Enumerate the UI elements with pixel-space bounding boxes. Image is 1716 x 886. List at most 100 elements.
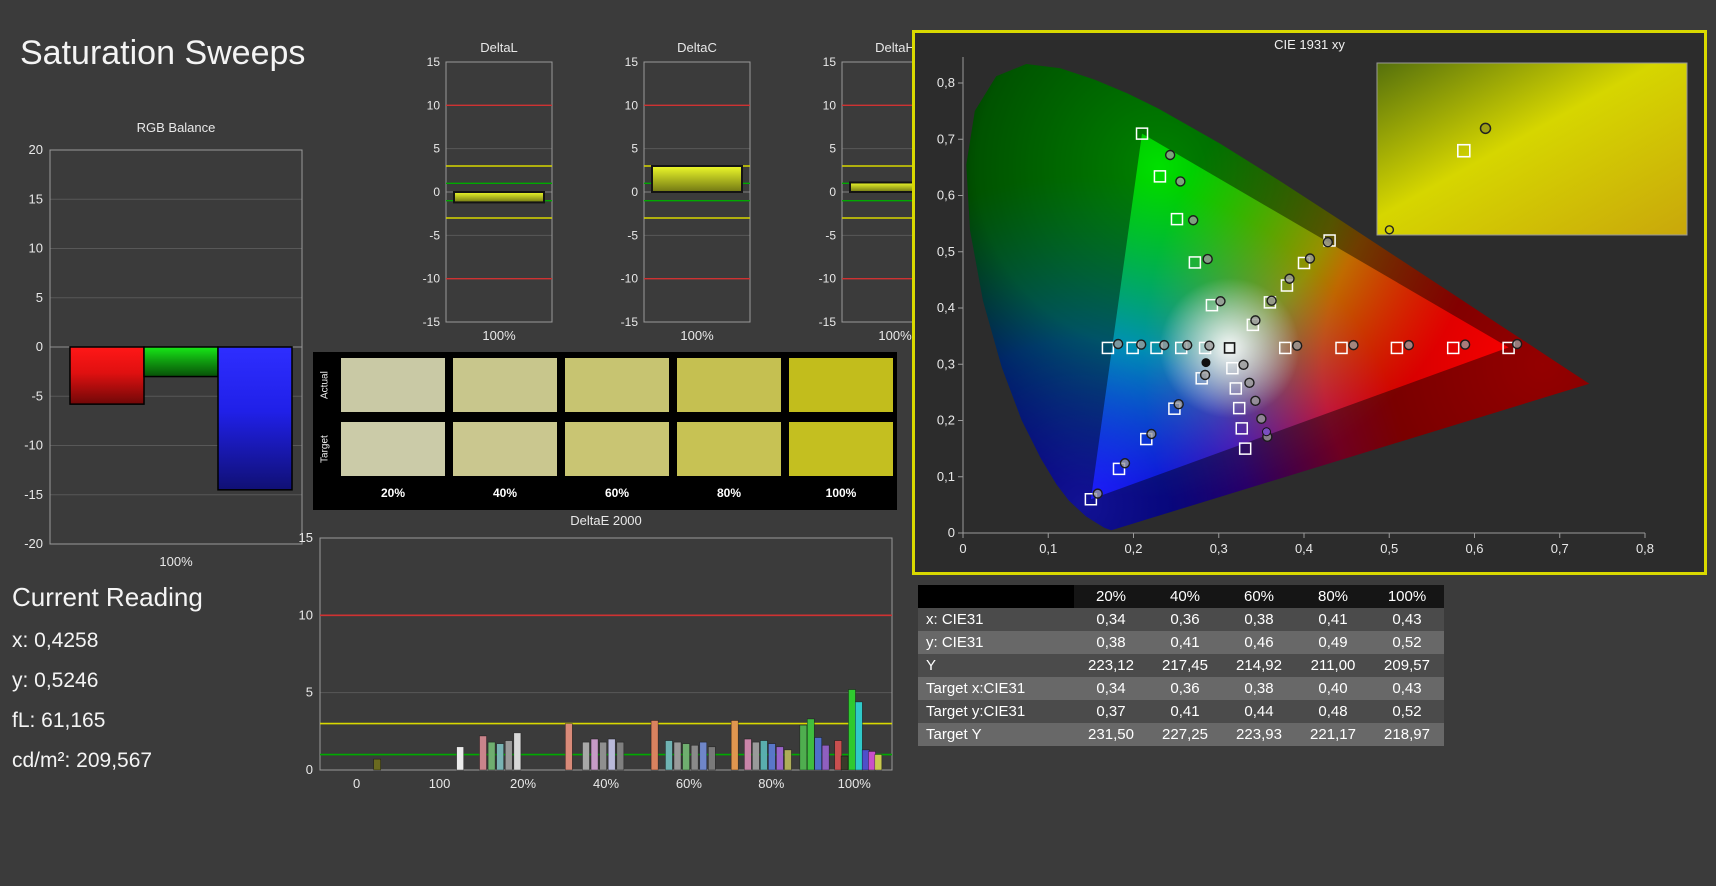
table-cell: 223,93 — [1236, 726, 1282, 743]
svg-text:0,7: 0,7 — [937, 131, 955, 146]
swatch-col-label: 40% — [492, 486, 518, 500]
deltae-bar — [590, 738, 599, 771]
measured-marker-magenta — [1250, 395, 1261, 407]
svg-text:5: 5 — [433, 142, 440, 156]
green-bar — [143, 346, 219, 378]
table-cell: 231,50 — [1088, 726, 1134, 743]
table-cell: 211,00 — [1310, 657, 1356, 674]
swatch-col-labels: 20% 40% 60% 80% 100% — [341, 486, 897, 500]
measured-marker-green — [1175, 176, 1186, 187]
svg-text:0,3: 0,3 — [937, 356, 955, 371]
table-cell: 0,38 — [1244, 680, 1274, 697]
svg-text:0,6: 0,6 — [1465, 541, 1483, 556]
svg-text:0,5: 0,5 — [937, 244, 955, 259]
table-header-row: 20% 40% 60% 80% 100% — [918, 585, 1444, 608]
svg-text:0: 0 — [631, 185, 638, 199]
measured-marker-green — [1164, 149, 1176, 161]
measured-marker-magenta — [1238, 359, 1249, 371]
current-reading-heading: Current Reading — [12, 582, 203, 612]
table-cell: 209,57 — [1384, 657, 1430, 674]
measured-marker-green — [1187, 215, 1199, 226]
svg-text:-5: -5 — [31, 388, 43, 403]
svg-text:10: 10 — [29, 241, 43, 256]
delta-c-chart: DeltaC 15 10 5 0 -5 -10 -15 100% — [606, 38, 756, 348]
svg-text:-15: -15 — [24, 487, 43, 502]
svg-text:0,4: 0,4 — [937, 300, 955, 315]
measured-marker-yellow — [1284, 273, 1295, 284]
deltae-bar — [840, 755, 849, 771]
svg-text:0,8: 0,8 — [1636, 541, 1654, 556]
svg-text:-10: -10 — [621, 272, 639, 286]
table-cell: 214,92 — [1236, 657, 1282, 674]
deltae-bar — [373, 758, 381, 771]
table-cell: 0,52 — [1392, 634, 1422, 651]
deltae-bar — [752, 741, 760, 771]
deltae-bar — [607, 738, 616, 771]
svg-text:0,6: 0,6 — [937, 188, 955, 203]
svg-text:5: 5 — [829, 142, 836, 156]
swatch-actual-80% — [677, 358, 781, 412]
delta-l-chart: DeltaL 15 10 5 0 -5 -10 -15 100% — [408, 38, 558, 348]
rgb-balance-svg: RGB Balance 20 15 10 5 0 -5 -10 -15 -20 100% — [24, 120, 303, 569]
swatch-row-target: Target — [317, 422, 897, 476]
table-col-header: 80% — [1296, 585, 1370, 608]
measured-marker-green — [1202, 253, 1213, 265]
swatch-target-20% — [341, 422, 445, 476]
svg-text:5: 5 — [631, 142, 638, 156]
svg-text:100%: 100% — [482, 328, 516, 343]
measured-marker-cyan — [1158, 339, 1170, 351]
svg-text:0: 0 — [36, 339, 43, 354]
table-cell: 0,34 — [1096, 611, 1126, 628]
table-cell: 0,40 — [1318, 680, 1348, 697]
current-reading-y: y: 0,5246 — [12, 669, 99, 692]
delta-bar — [453, 191, 545, 204]
table-cell: 0,52 — [1392, 703, 1422, 720]
table-cell: 0,34 — [1096, 680, 1126, 697]
cie-values-table: 20% 40% 60% 80% 100% x: CIE31 0,34 0,36 0,38 0,41… — [918, 585, 1444, 746]
swatch-target-60% — [565, 422, 669, 476]
svg-text:100%: 100% — [838, 776, 872, 791]
measured-marker-cyan — [1182, 339, 1193, 351]
table-cell: 0,41 — [1170, 703, 1200, 720]
swatch-row-label: Actual — [319, 371, 331, 399]
swatch-actual-40% — [453, 358, 557, 412]
extra-point-marker — [1201, 358, 1211, 368]
deltae-bar — [479, 735, 487, 771]
measured-marker-red — [1511, 338, 1523, 350]
deltae-bar — [814, 737, 823, 771]
deltae-bar — [868, 751, 876, 771]
swatch-row-label: Target — [319, 435, 331, 463]
current-reading-cdm2: cd/m²: 209,567 — [12, 749, 153, 772]
measured-marker-blue — [1119, 458, 1131, 469]
table-col-header: 40% — [1148, 585, 1222, 608]
delta-e-chart: DeltaE 2000 0 5 10 15 0 100 20% 40% 60% 80% 100% — [290, 512, 910, 802]
table-cell: 227,25 — [1162, 726, 1208, 743]
table-row-label: y: CIE31 — [926, 634, 984, 651]
svg-text:20: 20 — [29, 142, 43, 157]
cie-zoom-inset — [1376, 62, 1688, 236]
current-reading-x: x: 0,4258 — [12, 629, 99, 652]
svg-text:5: 5 — [306, 685, 313, 700]
blue-bar — [217, 346, 293, 491]
deltae-bar — [487, 741, 496, 771]
svg-text:0: 0 — [306, 762, 313, 777]
deltae-bar — [650, 720, 659, 771]
deltae-bar — [616, 741, 625, 771]
delta-bar — [651, 165, 743, 193]
table-row-label: Target y:CIE31 — [926, 703, 1026, 720]
svg-text:-10: -10 — [24, 438, 43, 453]
svg-text:100%: 100% — [159, 554, 193, 569]
table-cell: 0,43 — [1392, 611, 1422, 628]
measured-marker-yellow — [1322, 236, 1334, 248]
measured-marker-cyan — [1112, 338, 1124, 350]
svg-text:15: 15 — [29, 191, 43, 206]
measurement-table: 20% 40% 60% 80% 100% x: CIE31 0,34 0,36 0,38 0,41… — [918, 585, 1444, 746]
measured-marker-blue — [1092, 488, 1103, 499]
measured-marker-green — [1215, 296, 1226, 307]
table-cell: 221,17 — [1310, 726, 1356, 743]
svg-text:0: 0 — [353, 776, 360, 791]
svg-text:80%: 80% — [758, 776, 784, 791]
deltae-bar — [496, 743, 504, 771]
table-row-label: Y — [926, 657, 937, 674]
swatch-col-label: 20% — [380, 486, 406, 500]
